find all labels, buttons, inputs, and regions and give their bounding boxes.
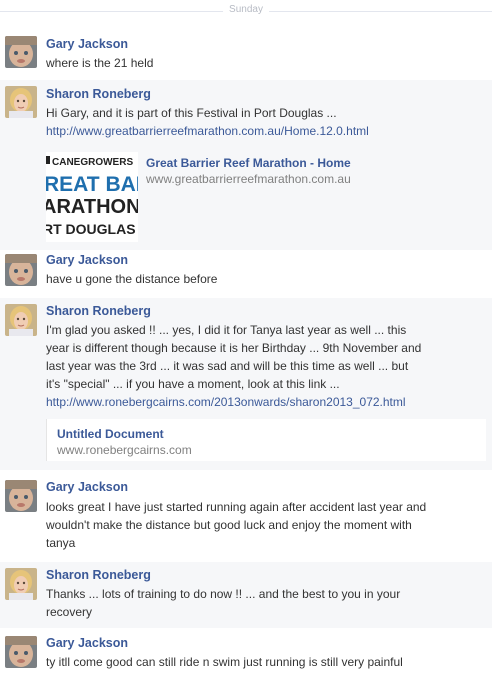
avatar-gary-jackson[interactable] (5, 254, 37, 286)
link-preview-title[interactable]: Great Barrier Reef Marathon - Home (146, 156, 351, 170)
svg-text:RT DOUGLAS: RT DOUGLAS (46, 221, 136, 237)
sender-name[interactable]: Gary Jackson (46, 37, 128, 51)
message-text: Hi Gary, and it is part of this Festival… (46, 106, 337, 120)
svg-text:REAT BARI: REAT BARI (46, 173, 138, 196)
link-preview-card-1[interactable]: Great Barrier Reef Marathon - Home www.g… (140, 152, 486, 192)
message-sharon-2: Sharon Roneberg I'm glad you asked !! ..… (0, 298, 492, 470)
message-link[interactable]: http://www.greatbarrierreefmarathon.com.… (46, 124, 369, 138)
link-preview-title[interactable]: Untitled Document (57, 427, 164, 441)
date-separator: Sunday (0, 0, 492, 24)
sender-name[interactable]: Gary Jackson (46, 480, 128, 494)
sender-name[interactable]: Sharon Roneberg (46, 304, 151, 318)
link-preview-domain: www.greatbarrierreefmarathon.com.au (146, 172, 351, 186)
message-link[interactable]: http://www.ronebergcairns.com/2013onward… (46, 395, 406, 409)
message-gary-4: Gary Jackson ty itll come good can still… (0, 630, 492, 679)
message-text-line: it's "special" ... if you have a moment,… (46, 377, 340, 391)
avatar-gary-jackson[interactable] (5, 636, 37, 668)
avatar-gary-jackson[interactable] (5, 36, 37, 68)
link-preview-domain: www.ronebergcairns.com (57, 443, 192, 457)
sender-name[interactable]: Sharon Roneberg (46, 87, 151, 101)
svg-text:CANEGROWERS: CANEGROWERS (52, 157, 133, 168)
link-preview-card-2[interactable]: Untitled Document www.ronebergcairns.com (46, 419, 486, 461)
message-sharon-3: Sharon Roneberg Thanks ... lots of train… (0, 562, 492, 628)
sender-name[interactable]: Gary Jackson (46, 253, 128, 267)
message-text-line: year is different though because it is h… (46, 341, 422, 355)
link-preview-thumbnail[interactable]: CANEGROWERS REAT BARI ARATHON RT DOUGLAS (46, 152, 138, 242)
sender-name[interactable]: Gary Jackson (46, 636, 128, 650)
message-text: have u gone the distance before (46, 272, 218, 286)
message-text-line: tanya (46, 536, 76, 550)
svg-text:ARATHON: ARATHON (46, 196, 138, 218)
message-text: ty itll come good can still ride n swim … (46, 655, 403, 669)
avatar-gary-jackson[interactable] (5, 480, 37, 512)
avatar-sharon-roneberg[interactable] (5, 568, 37, 600)
message-text-line: recovery (46, 605, 93, 619)
message-text-line: I'm glad you asked !! ... yes, I did it … (46, 323, 407, 337)
message-text-line: wouldn't make the distance but good luck… (46, 518, 412, 532)
marathon-logo-image: CANEGROWERS REAT BARI ARATHON RT DOUGLAS (46, 152, 138, 242)
message-gary-1: Gary Jackson where is the 21 held (0, 30, 492, 74)
message-text: where is the 21 held (46, 56, 154, 70)
date-label: Sunday (223, 4, 269, 15)
message-gary-3: Gary Jackson looks great I have just sta… (0, 474, 492, 556)
message-text-line: last year was the 3rd ... it was sad and… (46, 359, 409, 373)
message-text-line: Thanks ... lots of training to do now !!… (46, 587, 401, 601)
message-text-line: looks great I have just started running … (46, 500, 427, 514)
message-gary-2: Gary Jackson have u gone the distance be… (0, 248, 492, 294)
avatar-sharon-roneberg[interactable] (5, 304, 37, 336)
sender-name[interactable]: Sharon Roneberg (46, 568, 151, 582)
avatar-sharon-roneberg[interactable] (5, 86, 37, 118)
